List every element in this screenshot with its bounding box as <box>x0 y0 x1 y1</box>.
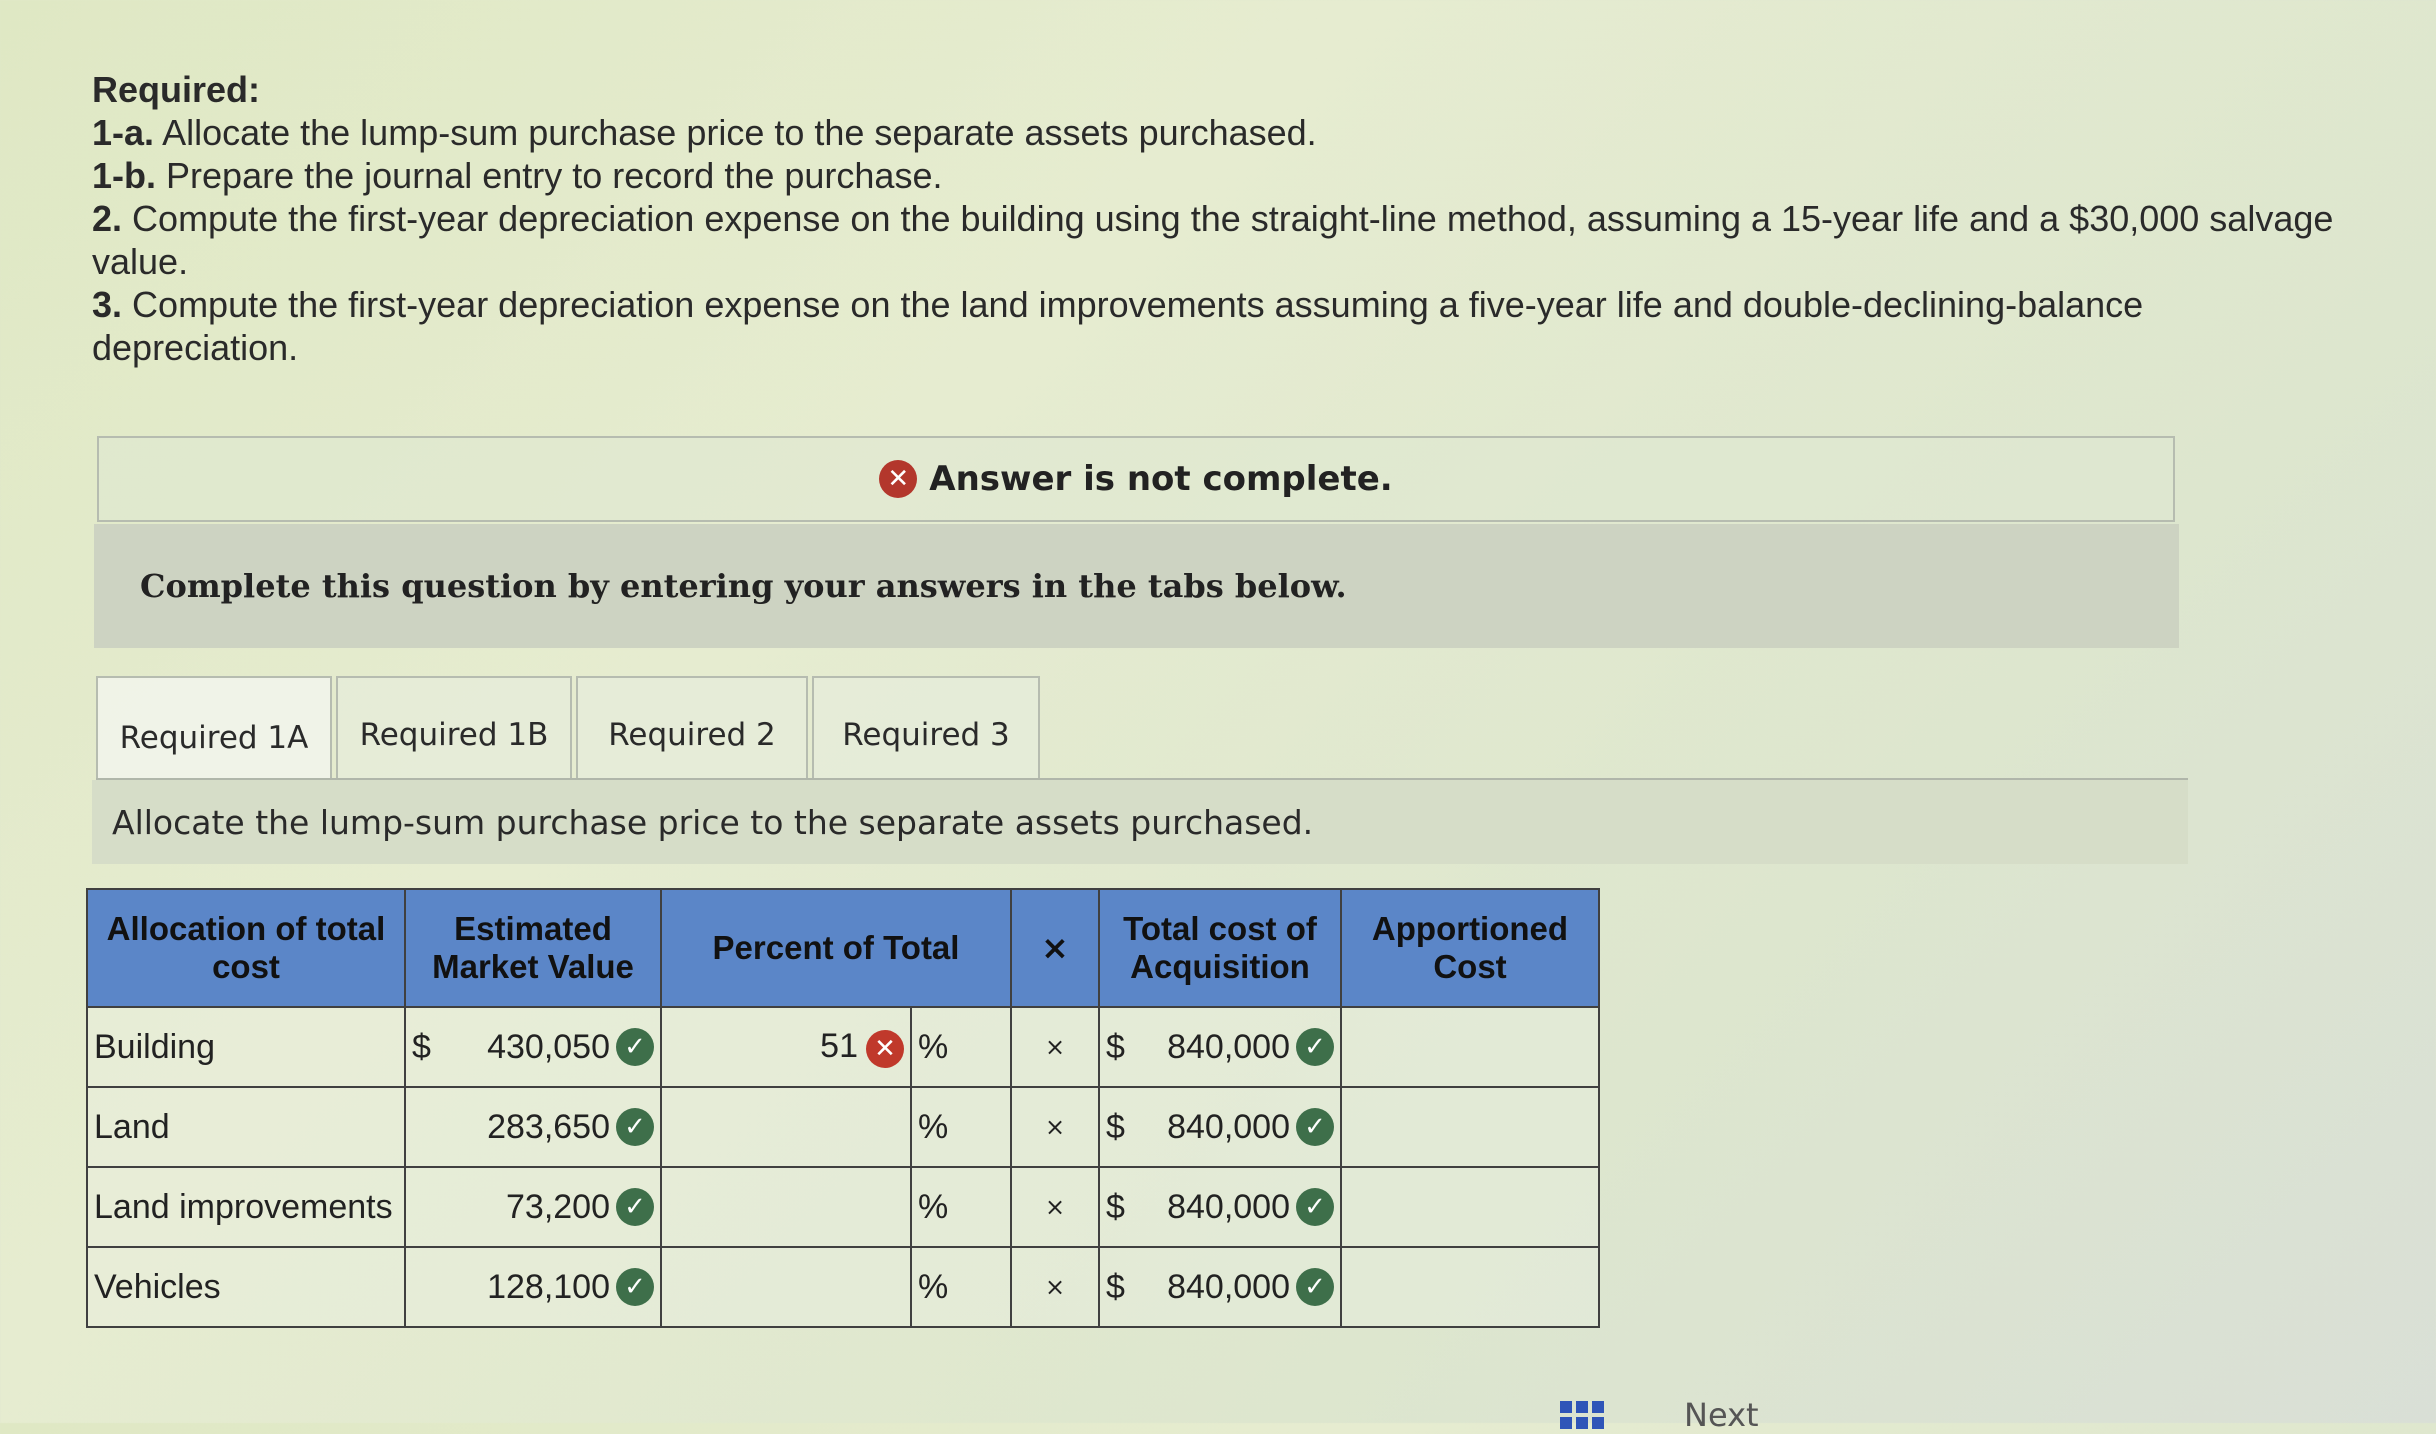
emv-value[interactable]: 283,650 <box>487 1108 610 1147</box>
bottom-navigation: Next <box>1560 1396 1759 1434</box>
next-button[interactable]: Next <box>1684 1396 1759 1434</box>
currency-symbol: $ <box>1106 1187 1125 1226</box>
header-total-cost: Total cost of Acquisition <box>1098 888 1342 1008</box>
row-label: Vehicles <box>86 1246 406 1328</box>
tab-required-1b[interactable]: Required 1B <box>336 676 572 792</box>
emv-cell: 128,100 ✓ <box>404 1246 662 1328</box>
row-label: Building <box>86 1006 406 1088</box>
total-cost-value[interactable]: 840,000 <box>1167 1188 1290 1227</box>
check-circle-icon: ✓ <box>1296 1028 1334 1066</box>
currency-symbol: $ <box>1106 1027 1125 1066</box>
answer-status-banner: ✕ Answer is not complete. <box>97 436 2175 522</box>
currency-symbol: $ <box>412 1027 431 1066</box>
required-item-1a: 1-a. Allocate the lump-sum purchase pric… <box>92 112 1317 153</box>
row-label: Land <box>86 1086 406 1168</box>
emv-value[interactable]: 73,200 <box>506 1188 610 1227</box>
required-heading: Required: <box>92 69 261 110</box>
percent-input[interactable]: 51 ✕ <box>660 1006 912 1088</box>
currency-symbol: $ <box>1106 1107 1125 1146</box>
tab-required-3[interactable]: Required 3 <box>812 676 1040 792</box>
table-row: Land improvements 73,200 ✓ % × $840,000 ✓ <box>86 1166 1600 1248</box>
instructions-banner: Complete this question by entering your … <box>94 524 2179 648</box>
table-row: Vehicles 128,100 ✓ % × $840,000 ✓ <box>86 1246 1600 1328</box>
total-cost-value[interactable]: 840,000 <box>1167 1028 1290 1067</box>
task-instruction: Allocate the lump-sum purchase price to … <box>92 780 2188 864</box>
grid-menu-icon[interactable] <box>1560 1401 1604 1429</box>
percent-symbol: % <box>910 1166 1012 1248</box>
percent-symbol: % <box>910 1006 1012 1088</box>
row-label: Land improvements <box>86 1166 406 1248</box>
times-symbol: × <box>1010 1166 1100 1248</box>
times-symbol: × <box>1010 1006 1100 1088</box>
tab-label: Required 2 <box>608 717 776 753</box>
allocation-table: Allocation of total cost Estimated Marke… <box>86 888 1600 1328</box>
instructions-text: Complete this question by entering your … <box>140 567 1347 605</box>
check-circle-icon: ✓ <box>616 1108 654 1146</box>
percent-input[interactable] <box>660 1086 912 1168</box>
check-circle-icon: ✓ <box>616 1268 654 1306</box>
emv-cell: 283,650 ✓ <box>404 1086 662 1168</box>
check-circle-icon: ✓ <box>616 1188 654 1226</box>
required-item-3: 3. Compute the first-year depreciation e… <box>92 284 2144 368</box>
header-estimated-market-value: Estimated Market Value <box>404 888 662 1008</box>
total-cost-cell: $840,000 ✓ <box>1098 1166 1342 1248</box>
percent-symbol: % <box>910 1086 1012 1168</box>
header-allocation: Allocation of total cost <box>86 888 406 1008</box>
total-cost-cell: $840,000 ✓ <box>1098 1006 1342 1088</box>
required-item-1b: 1-b. Prepare the journal entry to record… <box>92 155 943 196</box>
emv-cell: 73,200 ✓ <box>404 1166 662 1248</box>
total-cost-cell: $840,000 ✓ <box>1098 1246 1342 1328</box>
check-circle-icon: ✓ <box>1296 1108 1334 1146</box>
table-header-row: Allocation of total cost Estimated Marke… <box>86 888 1600 1008</box>
tab-required-2[interactable]: Required 2 <box>576 676 808 792</box>
tab-label: Required 1B <box>359 717 549 753</box>
answer-status-text: Answer is not complete. <box>929 459 1393 499</box>
emv-value[interactable]: 128,100 <box>487 1268 610 1307</box>
currency-symbol: $ <box>1106 1267 1125 1306</box>
apportioned-cost-input[interactable] <box>1340 1086 1600 1168</box>
check-circle-icon: ✓ <box>616 1028 654 1066</box>
apportioned-cost-input[interactable] <box>1340 1006 1600 1088</box>
times-symbol: × <box>1010 1246 1100 1328</box>
tab-label: Required 1A <box>119 720 309 756</box>
required-item-2: 2. Compute the first-year depreciation e… <box>92 198 2334 282</box>
percent-input[interactable] <box>660 1246 912 1328</box>
header-percent-of-total: Percent of Total <box>660 888 1012 1008</box>
total-cost-cell: $840,000 ✓ <box>1098 1086 1342 1168</box>
tab-label: Required 3 <box>842 717 1010 753</box>
apportioned-cost-input[interactable] <box>1340 1166 1600 1248</box>
apportioned-cost-input[interactable] <box>1340 1246 1600 1328</box>
times-symbol: × <box>1010 1086 1100 1168</box>
emv-value[interactable]: 430,050 <box>487 1028 610 1067</box>
table-row: Land 283,650 ✓ % × $840,000 ✓ <box>86 1086 1600 1168</box>
total-cost-value[interactable]: 840,000 <box>1167 1268 1290 1307</box>
percent-value: 51 <box>820 1026 858 1065</box>
percent-symbol: % <box>910 1246 1012 1328</box>
check-circle-icon: ✓ <box>1296 1268 1334 1306</box>
header-apportioned-cost: Apportioned Cost <box>1340 888 1600 1008</box>
emv-cell: $430,050 ✓ <box>404 1006 662 1088</box>
x-circle-icon: ✕ <box>866 1029 904 1068</box>
table-row: Building $430,050 ✓ 51 ✕ % × $840,000 ✓ <box>86 1006 1600 1088</box>
header-times: × <box>1010 888 1100 1008</box>
x-circle-icon: ✕ <box>879 460 918 498</box>
required-section: Required: 1-a. Allocate the lump-sum pur… <box>92 68 2352 369</box>
task-instruction-text: Allocate the lump-sum purchase price to … <box>112 802 1314 842</box>
check-circle-icon: ✓ <box>1296 1188 1334 1226</box>
percent-input[interactable] <box>660 1166 912 1248</box>
total-cost-value[interactable]: 840,000 <box>1167 1108 1290 1147</box>
